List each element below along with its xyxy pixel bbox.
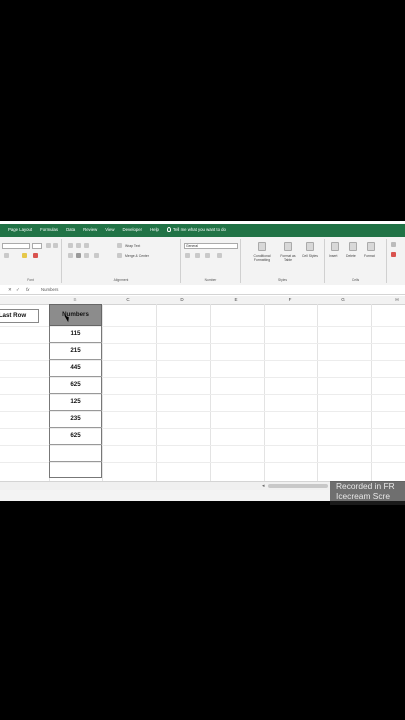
accounting-format-icon[interactable] [185,253,190,258]
cell-styles-icon [306,242,314,251]
fill-color-icon[interactable] [22,253,27,258]
format-as-table-button[interactable]: Format as Table [277,254,299,262]
orientation-icon[interactable] [84,243,89,248]
merge-center-icon [117,253,122,258]
numbers-header-cell[interactable]: Numbers [49,304,102,326]
align-middle-icon[interactable] [76,243,81,248]
column-header-f[interactable]: F [264,297,316,302]
table-cell[interactable]: 125 [49,394,102,411]
table-cell[interactable]: 445 [49,360,102,377]
number-format-dropdown[interactable]: General [184,243,238,249]
formula-input[interactable]: Numbers [41,287,58,292]
conditional-formatting-button[interactable]: Conditional Formatting [247,254,277,262]
align-center-icon[interactable] [76,253,81,258]
font-group-label: Font [27,278,34,282]
align-right-icon[interactable] [84,253,89,258]
conditional-formatting-icon [258,242,266,251]
insert-function-button[interactable]: fx [26,287,29,292]
table-cell[interactable]: 215 [49,343,102,360]
gridline [210,304,211,481]
gridline [156,304,157,481]
styles-group-label: Styles [278,278,287,282]
column-header-c[interactable]: C [102,297,154,302]
tell-me-text: Tell me what you want to do [172,227,226,232]
cells-group-label: Cells [351,278,360,282]
excel-window: Page Layout Formulas Data Review View De… [0,221,405,501]
format-as-table-icon [284,242,292,251]
format-button[interactable]: Format [364,254,375,258]
comma-style-icon[interactable] [205,253,210,258]
number-group: General Number [181,239,241,283]
worksheet-grid[interactable]: Last Row Numbers 115 215 445 625 125 235… [0,304,405,481]
cell-styles-button[interactable]: Cell Styles [301,254,319,258]
formula-bar: ✕ ✓ fx Numbers [0,285,405,295]
alignment-group-label: Alignment [113,278,129,282]
alignment-group: Wrap Text Merge & Center Alignment [62,239,181,283]
font-name-dropdown[interactable] [2,243,30,249]
format-cells-icon [367,242,375,251]
recorder-watermark: Recorded in FR Icecream Scre [330,481,405,505]
font-size-dropdown[interactable] [32,243,42,249]
borders-icon[interactable] [4,253,9,258]
table-cell[interactable]: 235 [49,411,102,428]
ribbon: Font Wrap Text Merge & Center Alignment … [0,237,405,286]
scroll-left-icon[interactable]: ◂ [262,483,265,489]
table-cell[interactable]: 625 [49,377,102,394]
enter-icon[interactable]: ✓ [16,287,20,293]
cancel-icon[interactable]: ✕ [8,287,12,293]
lightbulb-icon [166,227,171,232]
insert-button[interactable]: Insert [329,254,337,258]
column-header-d[interactable]: D [156,297,208,302]
indent-icon[interactable] [94,253,99,258]
gridline [317,304,318,481]
delete-cells-icon [349,242,357,251]
styles-group: Conditional Formatting Format as Table C… [241,239,325,283]
insert-cells-icon [331,242,339,251]
shrink-font-icon[interactable] [53,243,58,248]
tab-data[interactable]: Data [62,227,79,232]
table-cell[interactable] [49,445,102,462]
percent-style-icon[interactable] [195,253,200,258]
gridline [264,304,265,481]
ribbon-tab-bar: Page Layout Formulas Data Review View De… [0,224,405,237]
column-header-g[interactable]: G [317,297,369,302]
video-frame: { "menubar": { "tabs": ["Page Layout", "… [0,0,405,720]
tab-view[interactable]: View [101,227,118,232]
grow-font-icon[interactable] [46,243,51,248]
gridline [102,304,103,481]
font-color-icon[interactable] [33,253,38,258]
scrollbar-thumb[interactable] [268,484,328,488]
column-header-e[interactable]: E [210,297,262,302]
wrap-text-button[interactable]: Wrap Text [125,244,140,248]
increase-decimal-icon[interactable] [217,253,222,258]
tab-review[interactable]: Review [79,227,101,232]
table-cell[interactable]: 625 [49,428,102,445]
watermark-line-2: Icecream Scre [336,491,390,501]
autosum-icon[interactable] [391,242,396,247]
number-group-label: Number [204,278,217,282]
align-top-icon[interactable] [68,243,73,248]
table-cell[interactable]: 115 [49,326,102,343]
table-cell[interactable] [49,462,102,479]
column-header-b[interactable]: B [49,297,101,302]
clear-icon[interactable] [391,252,396,257]
delete-button[interactable]: Delete [346,254,356,258]
column-header-h[interactable]: H [371,297,405,302]
wrap-text-icon [117,243,122,248]
tab-formulas[interactable]: Formulas [36,227,62,232]
tab-developer[interactable]: Developer [118,227,146,232]
tab-page-layout[interactable]: Page Layout [4,227,36,232]
tab-help[interactable]: Help [146,227,163,232]
gridline [371,304,372,481]
align-left-icon[interactable] [68,253,73,258]
font-group: Font [0,239,62,283]
watermark-line-1: Recorded in FR [336,481,395,491]
merge-center-button[interactable]: Merge & Center [125,254,149,258]
cells-group: Insert Delete Format Cells [325,239,387,283]
tell-me-search[interactable]: Tell me what you want to do [163,227,226,232]
last-row-macro-button[interactable]: Last Row [0,309,39,323]
